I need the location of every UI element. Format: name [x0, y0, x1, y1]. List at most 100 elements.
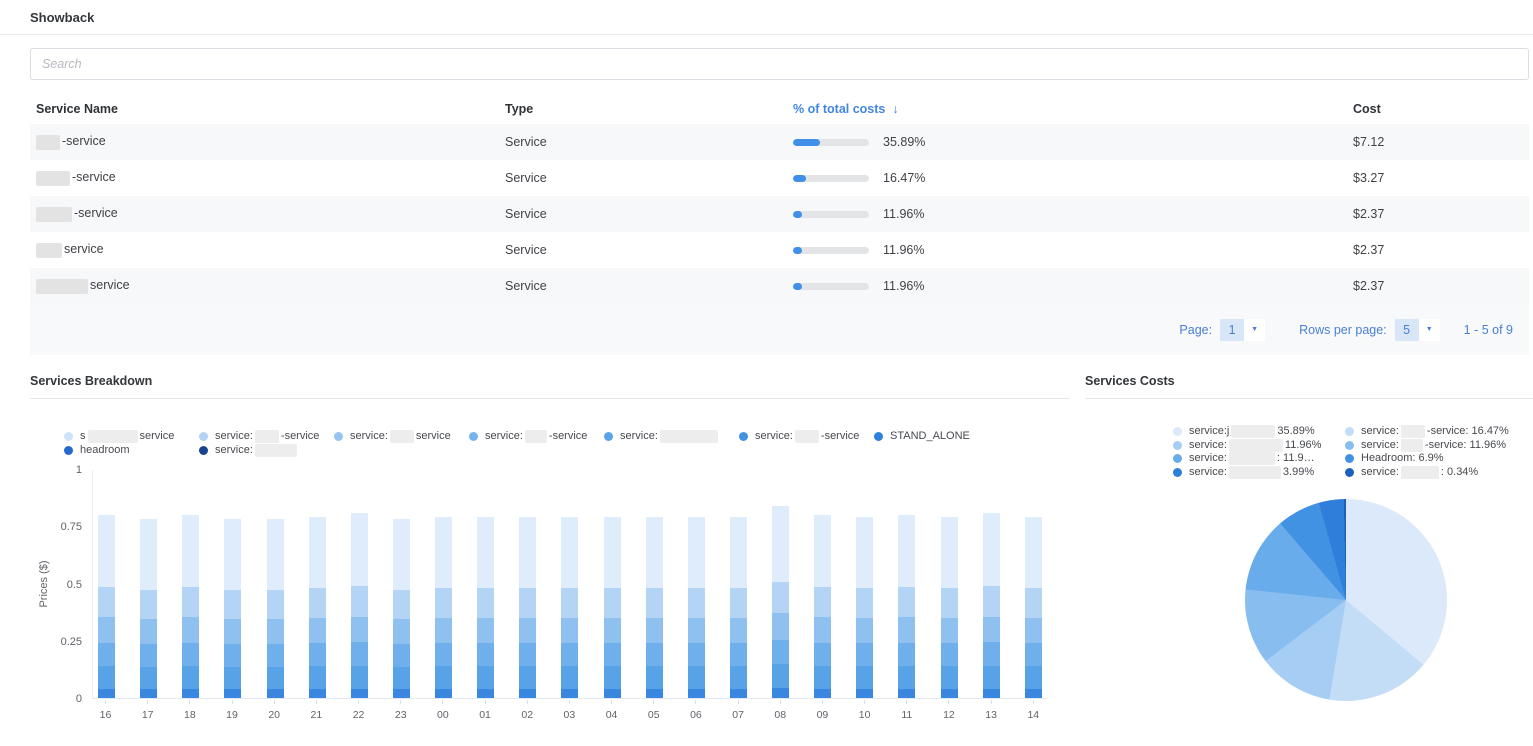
legend-item[interactable]: service:-service: 16.47%: [1345, 425, 1517, 439]
legend-item[interactable]: service:-service: 11.96%: [1345, 439, 1517, 453]
legend-item[interactable]: service:: 11.9…: [1173, 452, 1345, 466]
bar-21[interactable]: [309, 517, 326, 698]
bar-08[interactable]: [772, 506, 789, 698]
cost-cell: $3.27: [1353, 171, 1529, 185]
legend-item[interactable]: Headroom: 6.9%: [1345, 452, 1517, 466]
bar-segment: [898, 689, 915, 698]
progress-bar-track: [793, 211, 869, 218]
bar-segment: [477, 618, 494, 643]
table-row[interactable]: -serviceService16.47%$3.27: [30, 160, 1529, 196]
service-name-cell: -service: [36, 170, 505, 185]
bar-06[interactable]: [688, 517, 705, 698]
legend-text: service: [140, 430, 175, 444]
legend-item[interactable]: service:: [199, 444, 334, 458]
legend-item[interactable]: service:3.99%: [1173, 466, 1345, 480]
bar-segment: [519, 689, 536, 698]
search-input[interactable]: [30, 48, 1529, 80]
bar-segment: [646, 643, 663, 666]
bar-12[interactable]: [941, 517, 958, 698]
bar-segment: [182, 587, 199, 617]
bar-segment: [98, 617, 115, 643]
bar-segment: [182, 617, 199, 643]
page-select[interactable]: 1 ▼: [1220, 319, 1265, 341]
x-tick: 16: [97, 700, 114, 721]
bar-01[interactable]: [477, 517, 494, 698]
bar-23[interactable]: [393, 519, 410, 698]
column-header-cost[interactable]: Cost: [1353, 102, 1529, 116]
bar-03[interactable]: [561, 517, 578, 698]
legend-item[interactable]: headroom: [64, 444, 199, 458]
column-header-pct-of-total-costs[interactable]: % of total costs ↓: [793, 102, 1353, 116]
bar-segment: [941, 666, 958, 689]
x-tick-label: 05: [648, 709, 660, 721]
pagination-range: 1 - 5 of 9: [1464, 323, 1513, 337]
legend-dot-icon: [334, 432, 343, 441]
tick-mark-icon: [1033, 700, 1034, 704]
legend-text: service:: [350, 430, 388, 444]
bar-segment: [393, 519, 410, 590]
column-header-service-name[interactable]: Service Name: [36, 102, 505, 116]
legend-dot-icon: [1345, 441, 1354, 450]
bar-04[interactable]: [604, 517, 621, 698]
pct-of-total-costs-label: % of total costs: [793, 102, 885, 116]
legend-item[interactable]: service:service: [334, 430, 469, 444]
bar-10[interactable]: [856, 517, 873, 698]
table-row[interactable]: serviceService11.96%$2.37: [30, 232, 1529, 268]
legend-item[interactable]: service:-service: [199, 430, 334, 444]
legend-item[interactable]: STAND_ALONE: [874, 430, 1009, 444]
bar-segment: [393, 689, 410, 698]
x-tick: 13: [983, 700, 1000, 721]
services-breakdown-section: Services Breakdown sserviceservice:-serv…: [30, 374, 1070, 725]
services-costs-pie-chart[interactable]: [1245, 499, 1447, 701]
rows-per-page-select[interactable]: 5 ▼: [1395, 319, 1440, 341]
bar-segment: [519, 666, 536, 689]
tick-mark-icon: [105, 700, 106, 704]
bar-19[interactable]: [224, 519, 241, 698]
x-tick-label: 13: [985, 709, 997, 721]
bar-18[interactable]: [182, 515, 199, 698]
legend-text: headroom: [80, 444, 130, 458]
legend-item[interactable]: service:: [604, 430, 739, 444]
redacted-service-name: [36, 207, 72, 222]
legend-item[interactable]: service:: 0.34%: [1345, 466, 1517, 480]
legend-item[interactable]: service:11.96%: [1173, 439, 1345, 453]
column-header-type[interactable]: Type: [505, 102, 793, 116]
table-row[interactable]: serviceService11.96%$2.37: [30, 268, 1529, 304]
bar-07[interactable]: [730, 517, 747, 698]
bar-14[interactable]: [1025, 517, 1042, 698]
table-row[interactable]: -serviceService35.89%$7.12: [30, 124, 1529, 160]
bar-13[interactable]: [983, 513, 1000, 698]
pct-of-total-cell: 11.96%: [793, 207, 1353, 221]
legend-text: service:: [1361, 425, 1399, 439]
bar-17[interactable]: [140, 519, 157, 698]
bar-11[interactable]: [898, 515, 915, 698]
legend-dot-icon: [1345, 468, 1354, 477]
rows-per-page-label: Rows per page:: [1299, 323, 1387, 337]
table-row[interactable]: -serviceService11.96%$2.37: [30, 196, 1529, 232]
type-cell: Service: [505, 243, 793, 257]
legend-text: service:: [620, 430, 658, 444]
bar-segment: [772, 664, 789, 688]
bar-09[interactable]: [814, 515, 831, 698]
x-tick-label: 09: [817, 709, 829, 721]
bar-segment: [730, 618, 747, 643]
bar-segment: [1025, 618, 1042, 643]
bar-segment: [351, 513, 368, 586]
bar-05[interactable]: [646, 517, 663, 698]
tick-mark-icon: [358, 700, 359, 704]
bar-20[interactable]: [267, 519, 284, 698]
legend-item[interactable]: sservice: [64, 430, 199, 444]
bar-02[interactable]: [519, 517, 536, 698]
y-tick-label: 0: [76, 693, 82, 705]
legend-item[interactable]: service:-service: [469, 430, 604, 444]
bar-segment: [435, 618, 452, 643]
bar-segment: [688, 517, 705, 588]
bar-segment: [309, 666, 326, 689]
legend-item[interactable]: service:-service: [739, 430, 874, 444]
redacted-legend-text: [1401, 425, 1425, 438]
bar-22[interactable]: [351, 513, 368, 698]
bar-segment: [772, 582, 789, 614]
bar-16[interactable]: [98, 515, 115, 698]
bar-00[interactable]: [435, 517, 452, 698]
legend-item[interactable]: service:j35.89%: [1173, 425, 1345, 439]
